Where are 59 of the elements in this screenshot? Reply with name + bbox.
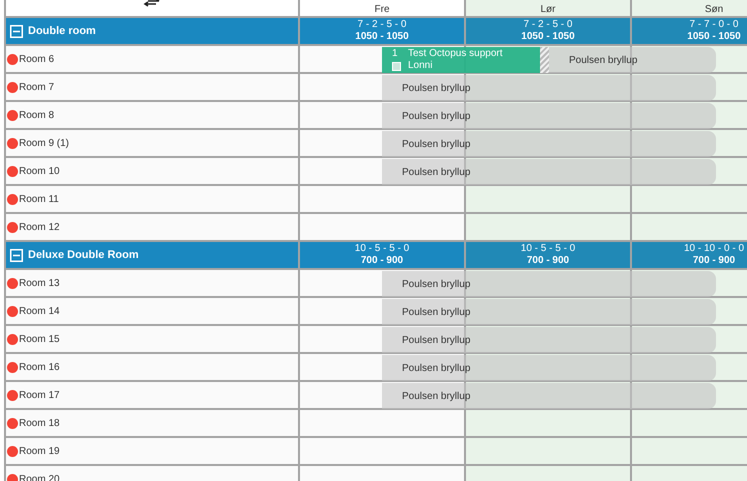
day-summary: 10 - 5 - 5 - 0 700 - 900 xyxy=(466,242,632,268)
day-summary: 10 - 5 - 5 - 0 700 - 900 xyxy=(300,242,466,268)
timeline-row[interactable]: Poulsen bryllup xyxy=(300,74,747,100)
room-name: Room 12 xyxy=(19,220,60,234)
room-name: Room 6 xyxy=(19,52,54,66)
group-name: Double room xyxy=(28,24,96,39)
timeline-row[interactable] xyxy=(300,410,747,436)
booking-bar[interactable]: Poulsen bryllup xyxy=(382,159,716,185)
room-name: Room 8 xyxy=(19,108,54,122)
booking-bar[interactable]: Poulsen bryllup xyxy=(382,383,716,409)
group-header[interactable]: Deluxe Double Room xyxy=(4,242,300,268)
booking-bar[interactable]: Poulsen bryllup xyxy=(382,75,716,101)
day-summary: 7 - 7 - 0 - 0 1050 - 1050 xyxy=(632,18,747,44)
swap-icon[interactable] xyxy=(143,0,161,7)
booking-bar[interactable]: Poulsen bryllup xyxy=(382,299,716,325)
day-label: Søn xyxy=(704,4,724,16)
timeline-row[interactable]: Poulsen bryllup xyxy=(300,326,747,352)
day-summary: 10 - 10 - 0 - 0 700 - 900 xyxy=(632,242,747,268)
guest-name: Lonni xyxy=(408,60,432,72)
booking-bar[interactable]: Poulsen bryllup xyxy=(382,131,716,157)
timeline-row[interactable] xyxy=(300,438,747,464)
day-label: Fre xyxy=(374,4,390,16)
booking-bar[interactable]: Poulsen bryllup xyxy=(382,271,716,297)
collapse-icon[interactable] xyxy=(10,248,23,262)
timeline-row[interactable]: Poulsen bryllup xyxy=(300,270,747,296)
booking-title: Test Octopus support xyxy=(408,48,502,60)
day-summary: 7 - 2 - 5 - 0 1050 - 1050 xyxy=(466,18,632,44)
day-summary: 7 - 2 - 5 - 0 1050 - 1050 xyxy=(300,18,466,44)
room-name: Room 19 xyxy=(19,444,60,458)
booking-bar[interactable]: Poulsen bryllup xyxy=(549,47,716,73)
room-name: Room 13 xyxy=(19,276,60,290)
room-name: Room 7 xyxy=(19,80,54,94)
booking-bar[interactable]: Poulsen bryllup xyxy=(382,103,716,129)
room-name: Room 17 xyxy=(19,388,60,402)
room-name: Room 14 xyxy=(19,304,60,318)
collapse-icon[interactable] xyxy=(10,24,23,38)
timeline-row[interactable]: Poulsen bryllup xyxy=(300,158,747,184)
timeline-row[interactable]: Poulsen bryllup xyxy=(300,298,747,324)
timeline-row[interactable]: Poulsen bryllup xyxy=(300,382,747,408)
checkbox-icon xyxy=(392,62,401,70)
group-header[interactable]: Double room xyxy=(4,18,300,44)
timeline-row[interactable] xyxy=(300,186,747,212)
room-name: Room 10 xyxy=(19,164,60,178)
booking-bar[interactable]: Poulsen bryllup xyxy=(382,327,716,353)
timeline-row[interactable]: Poulsen bryllup xyxy=(300,130,747,156)
timeline-row[interactable]: 1 Test Octopus support Lonni Poulsen bryllup xyxy=(300,46,747,72)
room-name: Room 15 xyxy=(19,332,60,346)
room-name: Room 16 xyxy=(19,360,60,374)
timeline-row[interactable]: Poulsen bryllup xyxy=(300,354,747,380)
timeline-row[interactable]: Poulsen bryllup xyxy=(300,102,747,128)
booking-number: 1 xyxy=(392,48,399,60)
booking-bar[interactable]: Poulsen bryllup xyxy=(382,355,716,381)
timeline-row[interactable] xyxy=(300,214,747,240)
room-name: Room 9 (1) xyxy=(19,136,70,150)
room-name: Room 11 xyxy=(19,192,59,206)
room-name: Room 18 xyxy=(19,416,60,430)
day-label: Lør xyxy=(540,4,556,16)
group-name: Deluxe Double Room xyxy=(28,248,139,263)
hatched-marker xyxy=(540,47,549,73)
